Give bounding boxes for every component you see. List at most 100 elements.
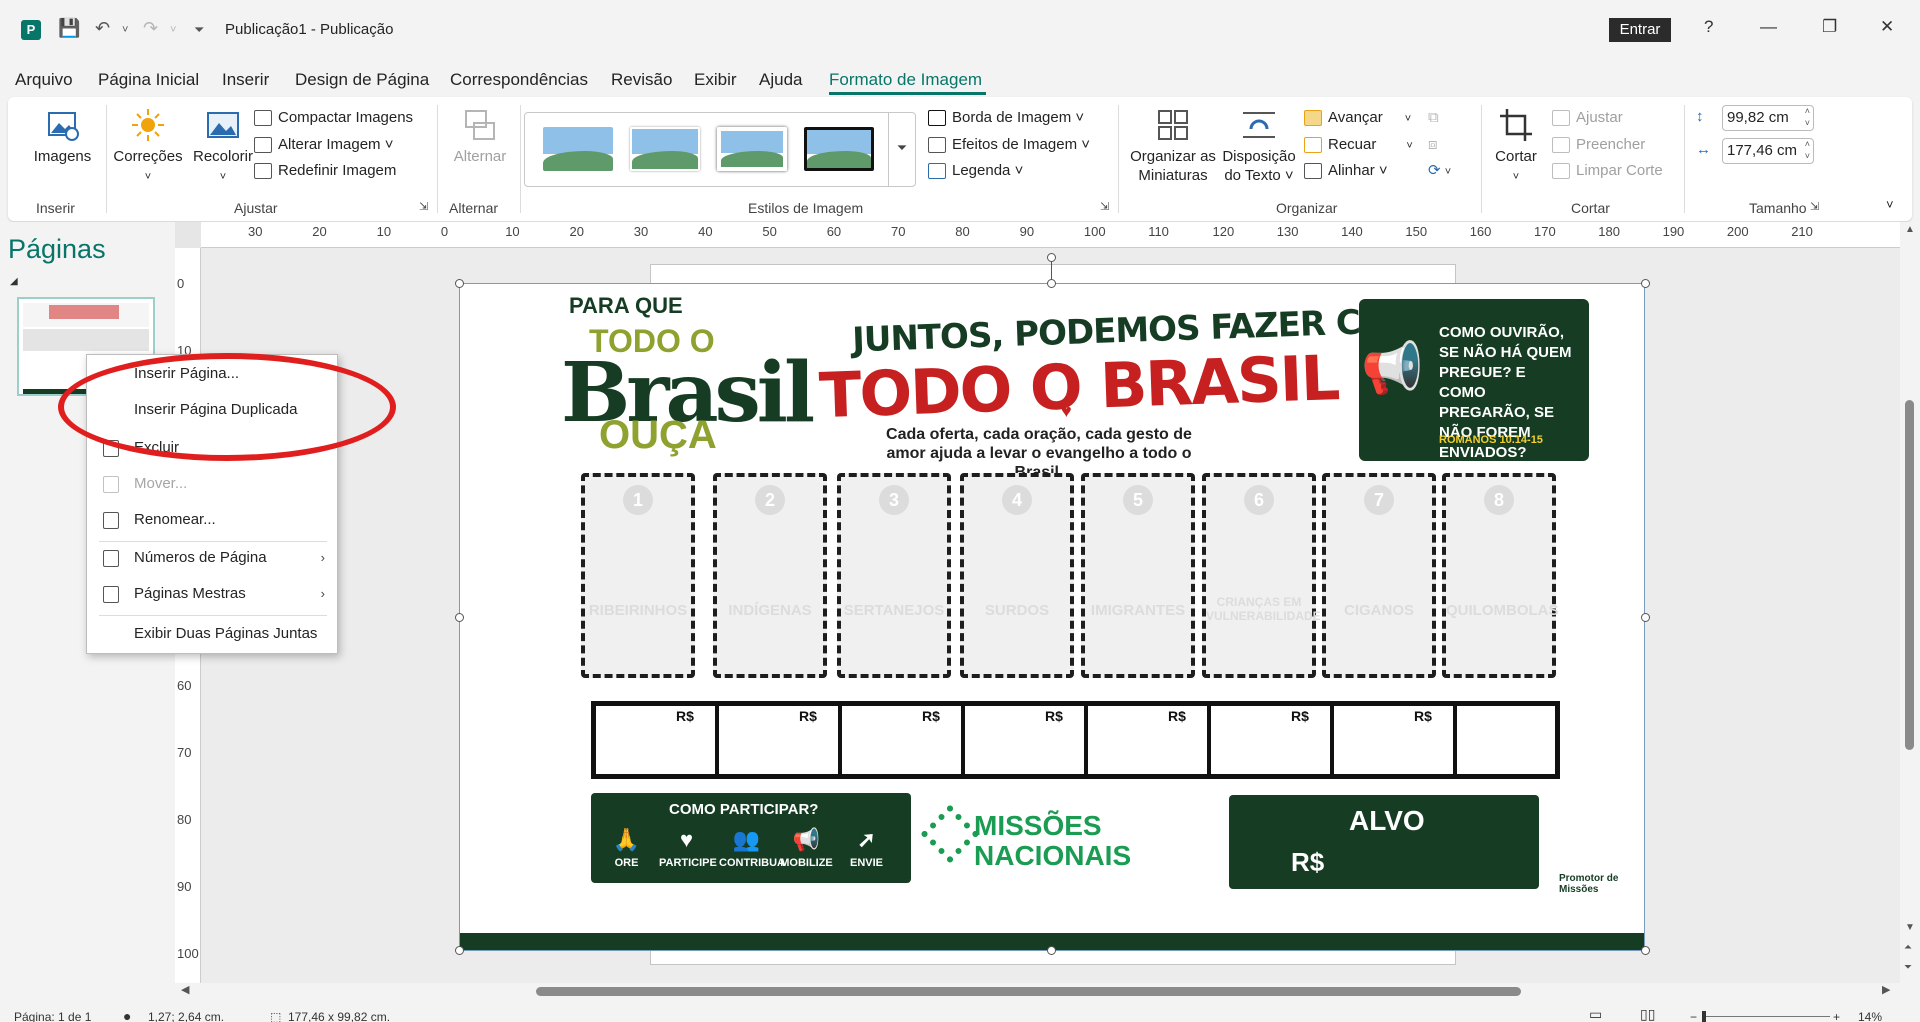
zoom-out-icon[interactable]: − — [1690, 1010, 1697, 1022]
menu-separator — [99, 541, 327, 542]
tab-correspondencias[interactable]: Correspondências — [450, 70, 588, 90]
tamanho-launcher-icon[interactable]: ⇲ — [1810, 200, 1819, 213]
recolorir-button[interactable]: Recolorir ˅ — [183, 107, 263, 187]
redefinir-imagem-button[interactable]: Redefinir Imagem — [254, 160, 396, 182]
tab-formato-de-imagem[interactable]: Formato de Imagem — [829, 70, 982, 90]
picture-border-icon — [928, 110, 946, 127]
efeitos-de-imagem-button[interactable]: Efeitos de Imagem ˅ — [928, 134, 1090, 156]
scroll-left-icon[interactable]: ◀ — [181, 983, 189, 996]
resize-handle-ne[interactable] — [1641, 279, 1650, 288]
two-page-view-icon[interactable]: ▯▯ — [1640, 1006, 1655, 1022]
close-icon[interactable]: ✕ — [1880, 17, 1894, 37]
normal-view-icon[interactable]: ▭ — [1589, 1006, 1602, 1022]
scroll-right-icon[interactable]: ▶ — [1882, 983, 1890, 996]
menu-item-renomear[interactable]: Renomear... — [87, 505, 337, 535]
swap-picture-icon — [465, 110, 495, 140]
imagens-button[interactable]: Imagens — [25, 107, 100, 166]
tab-design-de-pagina[interactable]: Design de Página — [295, 70, 429, 90]
zoom-level[interactable]: 14% — [1858, 1010, 1882, 1022]
legenda-button[interactable]: Legenda ˅ — [928, 160, 1023, 182]
zoom-slider[interactable] — [1705, 1016, 1830, 1017]
minimize-icon[interactable]: — — [1760, 17, 1777, 37]
picture-style-3[interactable] — [717, 127, 787, 171]
disposicao-do-texto-button[interactable]: Disposição do Texto ˅ — [1214, 107, 1304, 185]
save-icon[interactable]: 💾 — [58, 18, 80, 39]
width-spinner-icon[interactable]: ˄ ˅ — [1805, 138, 1810, 162]
tab-exibir[interactable]: Exibir — [694, 70, 737, 90]
resize-handle-n[interactable] — [1047, 279, 1056, 288]
ruler-tick-label: 20 — [312, 224, 327, 239]
collapse-triangle-icon[interactable]: ◢ — [10, 276, 18, 287]
customize-toolbar-icon[interactable]: ⏷ — [194, 22, 204, 38]
menu-item-paginas-mestras[interactable]: Páginas Mestras › — [87, 579, 337, 609]
ruler-tick-label: 120 — [1212, 224, 1235, 239]
resize-handle-s[interactable] — [1047, 946, 1056, 955]
page-indicator[interactable]: Página: 1 de 1 — [14, 1010, 91, 1022]
picture-style-1[interactable] — [543, 127, 613, 171]
resize-handle-se[interactable] — [1641, 946, 1650, 955]
chevron-down-icon[interactable]: ˅ — [1406, 140, 1412, 152]
rotate-icon[interactable]: ⟳ ˅ — [1428, 160, 1451, 182]
correcoes-button[interactable]: Correções ˅ — [108, 107, 188, 187]
cortar-button[interactable]: Cortar ˅ — [1486, 107, 1546, 187]
scroll-up-icon[interactable]: ▲ — [1905, 224, 1915, 235]
zoom-slider-thumb[interactable] — [1702, 1011, 1706, 1022]
tab-inserir[interactable]: Inserir — [222, 70, 269, 90]
page-up-icon[interactable]: ⏶ — [1904, 942, 1912, 953]
borda-de-imagem-button[interactable]: Borda de Imagem ˅ — [928, 107, 1084, 129]
vertical-scrollbar[interactable]: ▲ ▼ ⏶ ⏷ — [1900, 222, 1920, 1002]
height-input[interactable]: 99,82 cm ˄ ˅ — [1722, 105, 1814, 131]
sign-in-button[interactable]: Entrar — [1609, 18, 1671, 42]
recuar-button[interactable]: Recuar ˅ — [1304, 134, 1413, 156]
resize-handle-w[interactable] — [455, 613, 464, 622]
tab-revisao[interactable]: Revisão — [611, 70, 672, 90]
rotate-handle[interactable] — [1047, 253, 1056, 262]
redo-icon: ↷ — [143, 18, 159, 38]
ajustar-launcher-icon[interactable]: ⇲ — [419, 200, 428, 213]
tab-pagina-inicial[interactable]: Página Inicial — [98, 70, 199, 90]
menu-item-label: Renomear... — [134, 511, 216, 528]
compactar-imagens-button[interactable]: Compactar Imagens — [254, 107, 413, 129]
ruler-tick-label: 60 — [826, 224, 842, 239]
ruler-tick-label: 110 — [1148, 224, 1169, 239]
red-annotation-ellipse — [58, 353, 396, 461]
horizontal-scrollbar[interactable]: ◀ ▶ — [175, 983, 1900, 1000]
zoom-in-icon[interactable]: + — [1833, 1010, 1840, 1022]
ruler-tick-label: 60 — [177, 678, 192, 693]
resize-handle-sw[interactable] — [455, 946, 464, 955]
horizontal-scroll-thumb[interactable] — [536, 987, 1521, 996]
restore-icon[interactable]: ❐ — [1822, 17, 1837, 37]
compactar-label: Compactar Imagens — [278, 109, 414, 126]
width-input[interactable]: 177,46 cm ˄ ˅ — [1722, 138, 1814, 164]
ribbon-separator — [520, 105, 521, 213]
help-icon[interactable]: ? — [1704, 17, 1713, 37]
estilos-launcher-icon[interactable]: ⇲ — [1100, 200, 1109, 213]
height-spinner-icon[interactable]: ˄ ˅ — [1805, 105, 1810, 129]
chevron-down-icon[interactable]: ˅ — [1405, 113, 1411, 125]
resize-handle-nw[interactable] — [455, 279, 464, 288]
tab-ajuda[interactable]: Ajuda — [759, 70, 802, 90]
sun-icon — [132, 109, 164, 141]
undo-icon[interactable]: ↶ — [95, 18, 110, 39]
menu-item-exibir-duas-paginas[interactable]: Exibir Duas Páginas Juntas — [87, 619, 337, 649]
tab-arquivo[interactable]: Arquivo — [15, 70, 73, 90]
picture-style-4[interactable] — [804, 127, 874, 171]
gallery-more-button[interactable]: ⏷ — [888, 112, 916, 187]
undo-dropdown-icon[interactable]: ˅ — [122, 24, 128, 36]
submenu-arrow-icon: › — [320, 550, 325, 565]
send-backward-icon — [1304, 137, 1322, 154]
scroll-down-icon[interactable]: ▼ — [1905, 922, 1915, 933]
collapse-ribbon-icon[interactable]: ˅ — [1886, 197, 1894, 212]
picture-style-2[interactable] — [630, 127, 700, 171]
horizontal-ruler[interactable]: 30 20 10 0 10 20 30 40 50 60 70 80 90 100 110 120 130 140… — [175, 222, 1900, 248]
resize-handle-e[interactable] — [1641, 613, 1650, 622]
avancar-button[interactable]: Avançar ˅ — [1304, 107, 1411, 129]
avancar-label: Avançar — [1328, 109, 1383, 126]
menu-item-numeros-de-pagina[interactable]: Números de Página › — [87, 543, 337, 573]
organizar-miniaturas-button[interactable]: Organizar as Miniaturas — [1123, 107, 1223, 185]
page-down-icon[interactable]: ⏷ — [1904, 962, 1912, 973]
alterar-imagem-button[interactable]: Alterar Imagem ˅ — [254, 134, 393, 156]
vertical-scroll-thumb[interactable] — [1905, 400, 1914, 750]
ruler-tick-label: 90 — [1019, 224, 1035, 239]
alinhar-button[interactable]: Alinhar ˅ — [1304, 160, 1388, 182]
